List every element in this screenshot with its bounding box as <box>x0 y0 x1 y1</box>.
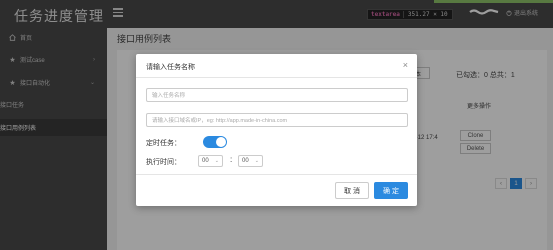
cancel-button[interactable]: 取 消 <box>335 182 369 199</box>
exec-time-label: 执行时间： <box>146 159 181 166</box>
confirm-button[interactable]: 确 定 <box>374 182 408 199</box>
divider <box>136 77 417 78</box>
minute-value: 00 <box>242 158 249 164</box>
task-name-input[interactable]: 输入任务名称 <box>146 88 408 102</box>
chevron-down-icon: ⌄ <box>254 158 259 164</box>
timer-label: 定时任务： <box>146 140 181 147</box>
timer-toggle[interactable] <box>203 136 227 148</box>
close-icon[interactable]: × <box>403 60 408 70</box>
time-separator: : <box>230 155 233 164</box>
task-name-dialog: 请输入任务名称 × 输入任务名称 请输入接口域名或IP，eg: http://a… <box>136 54 417 206</box>
hour-select[interactable]: 00 ⌄ <box>198 155 223 167</box>
chevron-down-icon: ⌄ <box>214 158 219 164</box>
api-domain-input[interactable]: 请输入接口域名或IP，eg: http://app.made-in-china.… <box>146 113 408 127</box>
dialog-title: 请输入任务名称 <box>146 64 195 71</box>
minute-select[interactable]: 00 ⌄ <box>238 155 263 167</box>
divider <box>136 174 417 175</box>
hour-value: 00 <box>202 158 209 164</box>
toggle-knob <box>216 137 226 147</box>
